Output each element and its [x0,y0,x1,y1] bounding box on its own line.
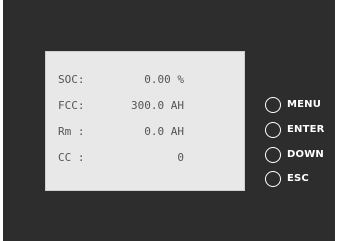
fcc-value: 300.0 AH [131,99,184,112]
display-row-fcc: FCC: 300.0 AH [58,99,184,113]
display-row-rm: Rm : 0.0 AH [58,125,184,139]
menu-button-circle-icon[interactable] [265,97,281,113]
esc-button[interactable]: ESC [265,171,335,189]
rm-value: 0.0 AH [144,125,184,138]
esc-button-circle-icon[interactable] [265,171,281,187]
menu-button[interactable]: MENU [265,97,335,115]
lcd-display: SOC: 0.00 % FCC: 300.0 AH Rm : 0.0 AH CC… [45,51,245,191]
soc-value: 0.00 % [144,73,184,86]
menu-button-label: MENU [287,99,322,110]
down-button-circle-icon[interactable] [265,147,281,163]
display-row-soc: SOC: 0.00 % [58,73,184,87]
enter-button[interactable]: ENTER [265,122,335,140]
rm-label: Rm : [58,125,85,138]
device-panel: SOC: 0.00 % FCC: 300.0 AH Rm : 0.0 AH CC… [3,0,335,241]
enter-button-label: ENTER [287,124,325,135]
down-button[interactable]: DOWN [265,147,335,165]
display-row-cc: CC : 0 [58,151,184,165]
esc-button-label: ESC [287,173,309,184]
cc-value: 0 [177,151,184,164]
enter-button-circle-icon[interactable] [265,122,281,138]
down-button-label: DOWN [287,149,325,160]
control-buttons: MENU ENTER DOWN ESC [265,97,335,192]
soc-label: SOC: [58,73,85,86]
fcc-label: FCC: [58,99,85,112]
cc-label: CC : [58,151,85,164]
